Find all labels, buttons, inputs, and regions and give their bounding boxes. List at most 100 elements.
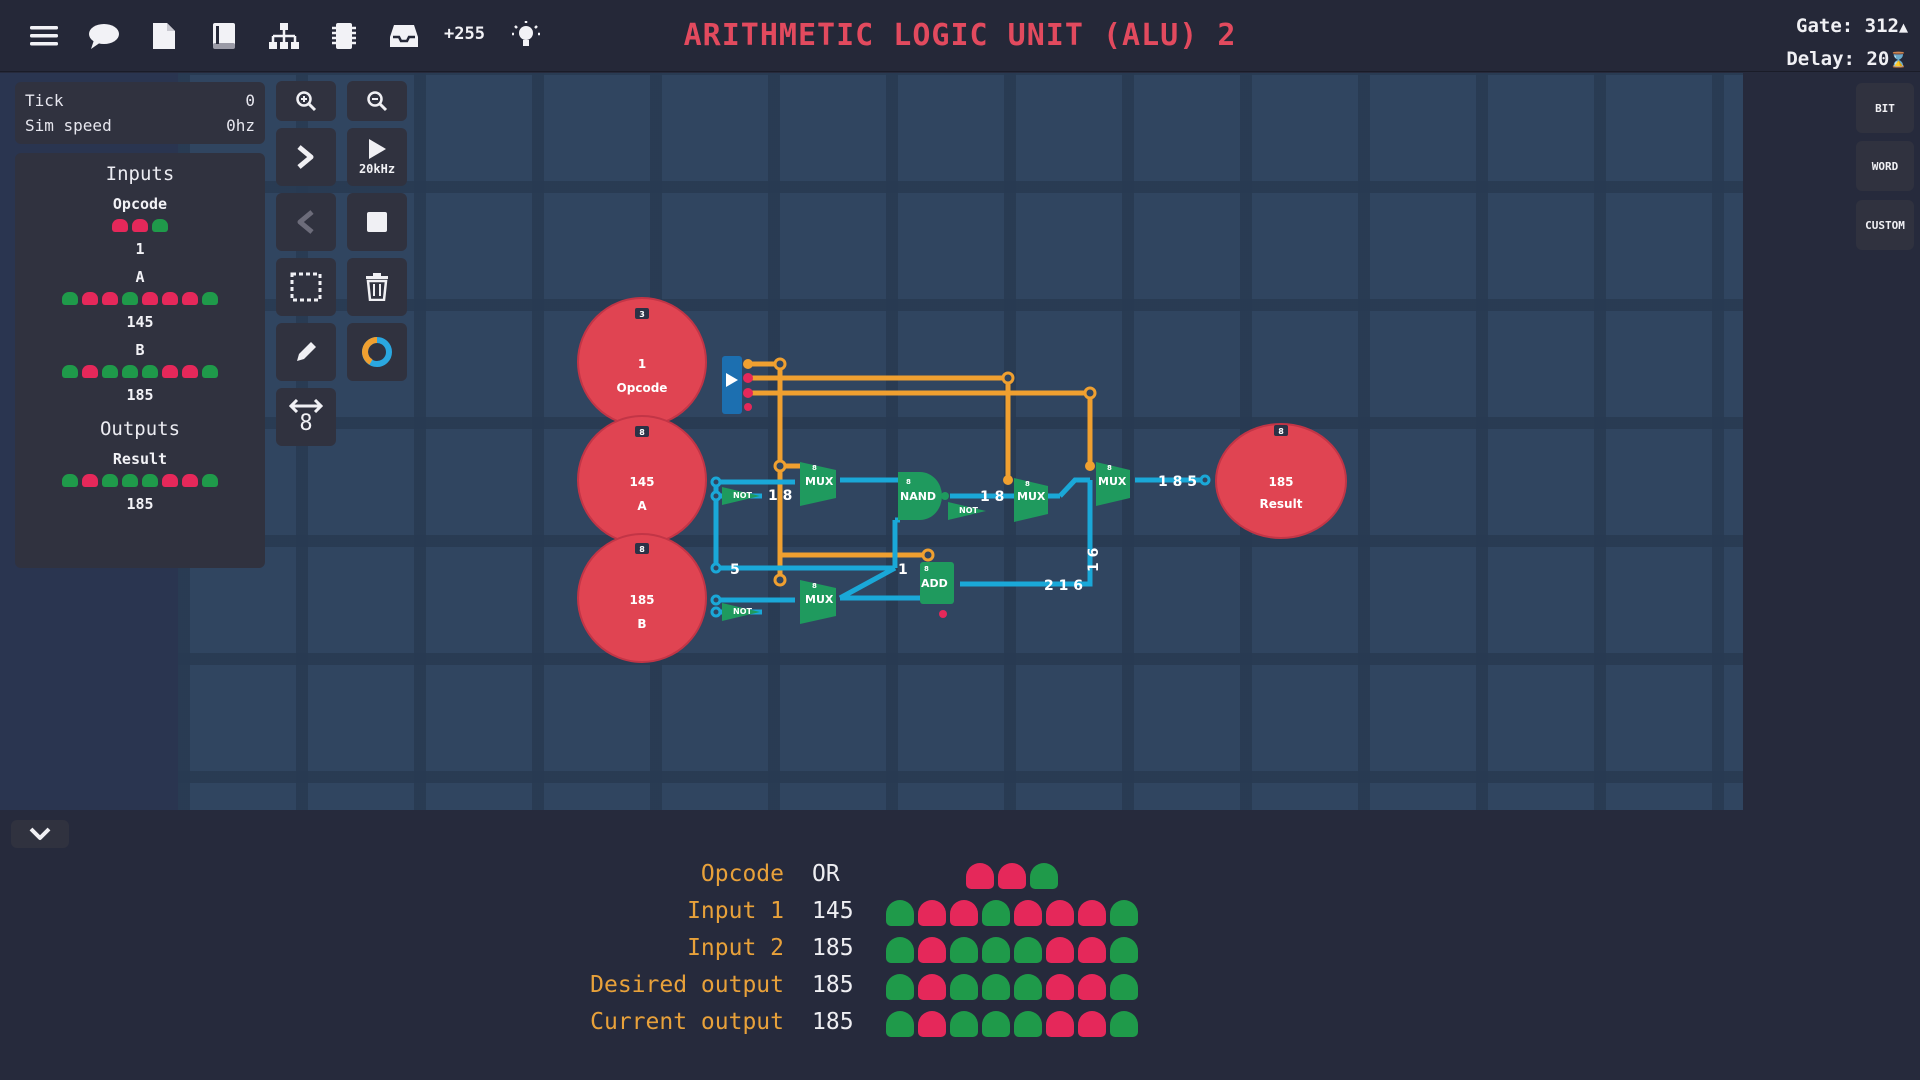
chat-icon[interactable] bbox=[86, 18, 122, 54]
a-input-node[interactable]: 8 145 A bbox=[577, 415, 707, 545]
bit-indicator bbox=[1078, 937, 1106, 963]
input-value: 185 bbox=[126, 386, 154, 404]
play-icon bbox=[369, 139, 386, 159]
add-gate[interactable]: ADD 8 bbox=[920, 562, 954, 604]
word-button[interactable]: WORD bbox=[1856, 141, 1914, 191]
wire-width-button[interactable]: 8 bbox=[276, 388, 336, 446]
bit-indicator bbox=[102, 292, 118, 305]
opcode-node-name: Opcode bbox=[617, 381, 668, 395]
bit-indicator bbox=[1078, 900, 1106, 926]
output-name: Result bbox=[112, 450, 168, 468]
input-bits bbox=[15, 292, 265, 305]
svg-text:NOT: NOT bbox=[959, 506, 978, 515]
svg-text:2 1 6: 2 1 6 bbox=[1044, 578, 1083, 594]
bit-indicator bbox=[122, 365, 138, 378]
collapse-panel-button[interactable] bbox=[11, 820, 69, 848]
gate-count: Gate: 312 bbox=[1796, 15, 1899, 37]
svg-text:MUX: MUX bbox=[805, 475, 834, 488]
color-ring-icon bbox=[361, 337, 392, 367]
bit-indicator bbox=[886, 1011, 914, 1037]
test-panel: Opcode OR Input 1 145 Input 2 185 Desired outp… bbox=[0, 810, 1920, 1080]
result-output-node[interactable]: 8 185 Result bbox=[1215, 423, 1347, 539]
bit-indicator bbox=[162, 474, 178, 487]
bit-indicator bbox=[1078, 974, 1106, 1000]
bit-indicator bbox=[112, 219, 128, 232]
bit-indicator bbox=[998, 863, 1026, 889]
outputs-heading: Outputs bbox=[99, 418, 181, 440]
document-icon[interactable] bbox=[146, 18, 182, 54]
bit-indicator bbox=[82, 365, 98, 378]
bit-indicator bbox=[182, 474, 198, 487]
svg-text:NOT: NOT bbox=[733, 607, 752, 616]
bit-indicator bbox=[950, 1011, 978, 1037]
wire-width-value: 8 bbox=[299, 411, 313, 436]
custom-button[interactable]: CUSTOM bbox=[1856, 200, 1914, 250]
bit-indicator bbox=[82, 474, 98, 487]
zoom-in-button[interactable] bbox=[276, 81, 336, 121]
opcode-node-value: 1 bbox=[638, 357, 646, 371]
gate-delay-readout: Gate: 312▲ Delay: 20⌛ bbox=[1786, 10, 1908, 76]
mux-gate-2[interactable]: MUX 8 bbox=[1014, 478, 1048, 522]
draw-wire-button[interactable] bbox=[276, 323, 336, 381]
result-node-value: 185 bbox=[1268, 475, 1293, 489]
circuit-canvas[interactable]: 3 1 Opcode 8 145 A 8 185 B 8 185 Result bbox=[178, 73, 1743, 810]
svg-text:5: 5 bbox=[730, 562, 740, 578]
menu-icon[interactable] bbox=[26, 18, 62, 54]
not-gate-1[interactable]: NOT bbox=[722, 487, 760, 505]
opcode-input-node[interactable]: 3 1 Opcode bbox=[577, 297, 707, 427]
b-input-node[interactable]: 8 185 B bbox=[577, 533, 707, 663]
bell-icon: ▲ bbox=[1898, 18, 1908, 36]
bit-indicator bbox=[102, 365, 118, 378]
bit-indicator bbox=[1110, 1011, 1138, 1037]
svg-text:8: 8 bbox=[1025, 480, 1030, 488]
mux-gate-1[interactable]: MUX 8 bbox=[800, 462, 836, 506]
svg-text:MUX: MUX bbox=[1017, 490, 1046, 503]
mux-gate-4[interactable]: MUX 8 bbox=[800, 580, 836, 624]
test-row: Input 1 145 bbox=[0, 898, 1920, 928]
io-panel: Inputs Opcode 1 A 145 B 185 Outputs Result 185 bbox=[15, 153, 265, 568]
bit-indicator bbox=[1110, 974, 1138, 1000]
bit-indicator bbox=[966, 863, 994, 889]
opcode-splitter[interactable] bbox=[722, 356, 742, 414]
input-name: A bbox=[135, 268, 145, 286]
run-button[interactable]: 20kHz bbox=[347, 128, 407, 186]
test-row: Desired output 185 bbox=[0, 972, 1920, 1002]
zoom-out-icon bbox=[367, 91, 388, 112]
wire-color-button[interactable] bbox=[347, 323, 407, 381]
bit-button[interactable]: BIT bbox=[1856, 83, 1914, 133]
bit-indicator bbox=[142, 474, 158, 487]
svg-text:8: 8 bbox=[812, 464, 817, 472]
circuit-diagram[interactable]: 3 1 Opcode 8 145 A 8 185 B 8 185 Result bbox=[178, 73, 1743, 810]
sim-speed-label: Sim speed bbox=[25, 116, 112, 135]
hierarchy-icon[interactable] bbox=[266, 18, 302, 54]
bit-indicator bbox=[142, 365, 158, 378]
chevron-down-icon bbox=[29, 827, 51, 840]
not-gate-3[interactable]: NOT bbox=[722, 603, 760, 621]
sim-status-panel: Tick 0 Sim speed 0hz bbox=[15, 82, 265, 144]
step-back-button[interactable] bbox=[276, 193, 336, 251]
input-name: B bbox=[135, 341, 145, 359]
test-row-bits bbox=[886, 937, 1138, 963]
nand-gate[interactable]: NAND 8 bbox=[898, 472, 949, 520]
delay-count: Delay: 20 bbox=[1786, 48, 1890, 70]
lightbulb-icon[interactable] bbox=[508, 18, 544, 54]
inbox-icon[interactable] bbox=[386, 18, 422, 54]
test-row-value: 185 bbox=[812, 972, 854, 998]
chip-icon[interactable] bbox=[326, 18, 362, 54]
bit-indicator bbox=[152, 219, 168, 232]
bit-indicator bbox=[1046, 974, 1074, 1000]
zoom-out-button[interactable] bbox=[347, 81, 407, 121]
manual-book-icon[interactable] bbox=[206, 18, 242, 54]
bit-indicator bbox=[62, 474, 78, 487]
bit-indicator bbox=[950, 937, 978, 963]
delete-button[interactable] bbox=[347, 258, 407, 316]
test-row-label: Current output bbox=[590, 1009, 784, 1035]
mux-gate-3[interactable]: MUX 8 bbox=[1096, 462, 1130, 506]
svg-text:1 8: 1 8 bbox=[980, 489, 1004, 505]
step-forward-button[interactable] bbox=[276, 128, 336, 186]
svg-text:8: 8 bbox=[1107, 464, 1112, 472]
test-row-bits bbox=[886, 1011, 1138, 1037]
stop-button[interactable] bbox=[347, 193, 407, 251]
select-button[interactable] bbox=[276, 258, 336, 316]
input-item: Opcode 1 bbox=[15, 195, 265, 258]
